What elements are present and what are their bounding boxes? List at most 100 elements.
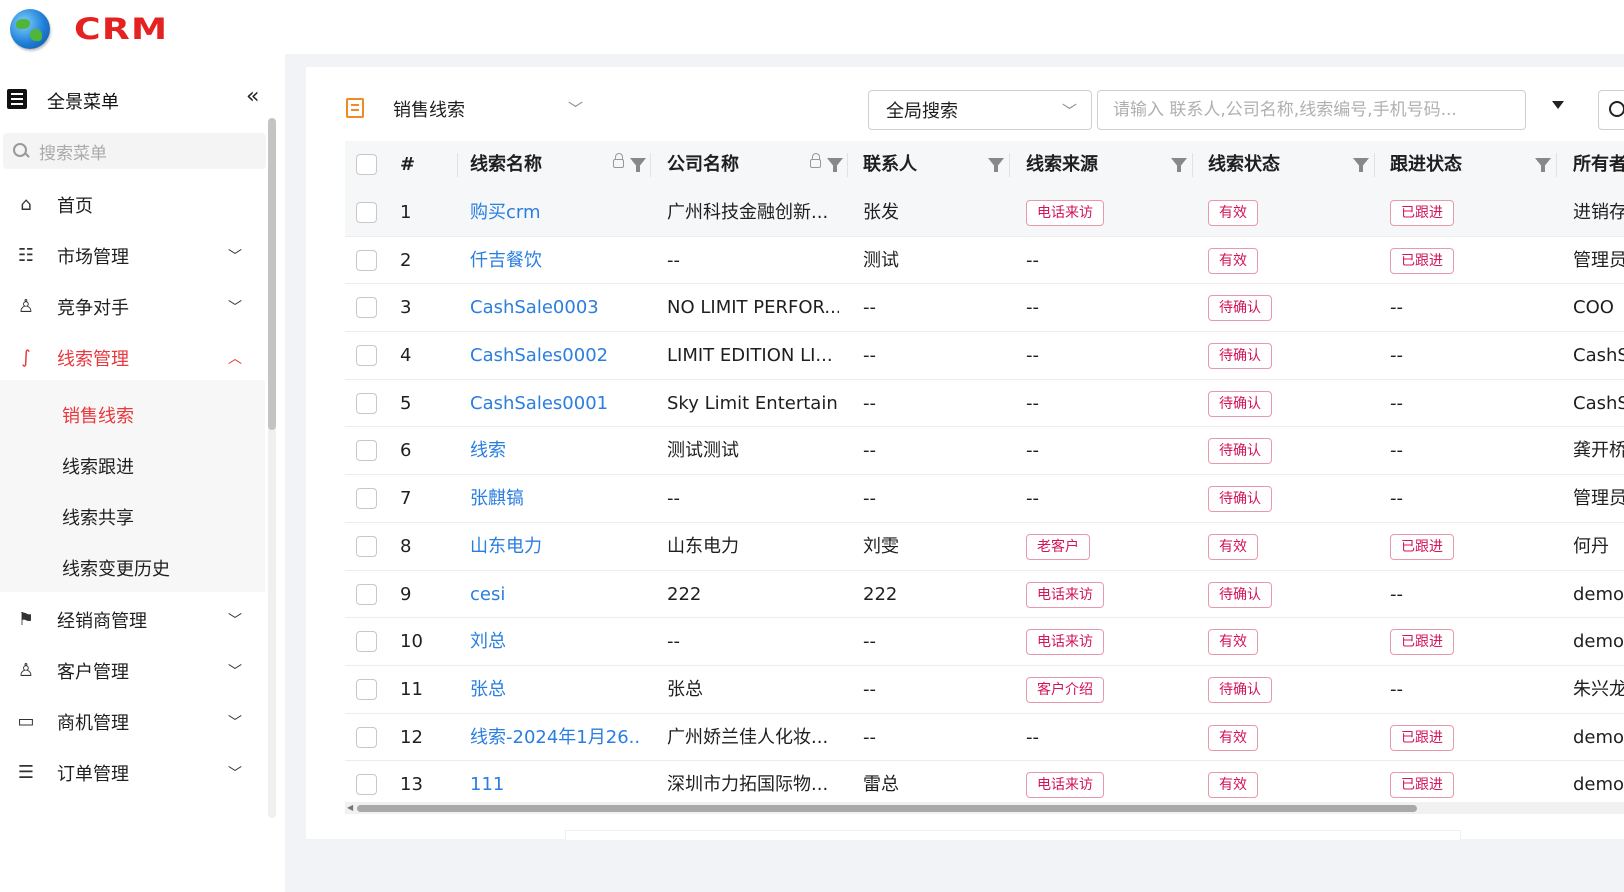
sidebar-scrollbar-thumb[interactable] bbox=[268, 118, 276, 430]
document-list-icon bbox=[346, 98, 364, 118]
advanced-filter-caret-icon[interactable] bbox=[1552, 101, 1564, 109]
sidebar-item-home[interactable]: ⌂ 首页 bbox=[0, 183, 265, 227]
table-row[interactable]: 10 刘总 -- -- 电话来访 有效 已跟进 demo bbox=[345, 618, 1624, 666]
table-row[interactable]: 8 山东电力 山东电力 刘雯 老客户 有效 已跟进 何丹 bbox=[345, 523, 1624, 571]
lead-name-link[interactable]: 张总 bbox=[470, 666, 642, 713]
lead-name-link[interactable]: CashSales0002 bbox=[470, 332, 642, 379]
menu-list-icon bbox=[7, 89, 27, 109]
lead-name-link[interactable]: 线索-2024年1月26... bbox=[470, 714, 642, 761]
contact-cell: -- bbox=[863, 678, 876, 700]
sidebar-item-market[interactable]: ☷ 市场管理 ﹀ bbox=[0, 234, 265, 278]
chevron-down-icon: ﹀ bbox=[228, 613, 242, 629]
row-checkbox[interactable] bbox=[356, 345, 377, 367]
table-row[interactable]: 1 购买crm 广州科技金融创新... 张发 电话来访 有效 已跟进 进销存 bbox=[345, 189, 1624, 237]
scroll-left-arrow-icon[interactable]: ◀ bbox=[347, 803, 353, 812]
row-checkbox[interactable] bbox=[356, 535, 377, 557]
lock-icon[interactable] bbox=[613, 153, 624, 168]
sidebar-item-dealers[interactable]: ⚑ 经销商管理 ﹀ bbox=[0, 598, 265, 642]
table-scrollbar-thumb[interactable] bbox=[357, 805, 1417, 812]
table-row[interactable]: 3 CashSale0003 NO LIMIT PERFOR... -- -- 待确认 --… bbox=[345, 284, 1624, 333]
lead-name-link[interactable]: 购买crm bbox=[470, 189, 642, 236]
company-cell: 222 bbox=[667, 583, 702, 605]
row-checkbox[interactable] bbox=[356, 488, 377, 510]
filter-icon[interactable] bbox=[1535, 158, 1551, 172]
sidebar-item-orders[interactable]: ☰ 订单管理 ﹀ bbox=[0, 751, 265, 795]
sidebar-subitem-sales-leads[interactable]: 销售线索 bbox=[62, 402, 134, 428]
sidebar-item-label: 竞争对手 bbox=[57, 298, 129, 319]
filter-icon[interactable] bbox=[988, 158, 1004, 172]
row-checkbox[interactable] bbox=[356, 249, 377, 271]
row-checkbox[interactable] bbox=[356, 583, 377, 605]
contact-cell: -- bbox=[863, 297, 876, 319]
table-row[interactable]: 9 cesi 222 222 电话来访 待确认 -- demo bbox=[345, 571, 1624, 619]
follow-status-badge: 已跟进 bbox=[1390, 724, 1454, 751]
column-header-lead-name[interactable]: 线索名称 bbox=[470, 141, 542, 189]
chevron-down-icon[interactable]: ﹀ bbox=[568, 98, 583, 119]
column-header-contact[interactable]: 联系人 bbox=[863, 141, 917, 189]
menu-title: 全景菜单 bbox=[47, 92, 119, 113]
chevron-down-icon: ﹀ bbox=[228, 300, 242, 316]
lead-name-link[interactable]: CashSale0003 bbox=[470, 284, 642, 331]
sidebar-subitem-lead-history[interactable]: 线索变更历史 bbox=[62, 555, 170, 581]
owner-cell: 朱兴龙 bbox=[1573, 678, 1624, 700]
select-all-checkbox[interactable] bbox=[356, 154, 377, 175]
follow-status-badge: -- bbox=[1390, 392, 1403, 414]
row-checkbox[interactable] bbox=[356, 631, 377, 653]
row-checkbox[interactable] bbox=[356, 297, 377, 319]
table-row[interactable]: 6 线索 测试测试 -- -- 待确认 -- 龚开桥 bbox=[345, 427, 1624, 476]
sidebar-item-opportunities[interactable]: ▭ 商机管理 ﹀ bbox=[0, 700, 265, 744]
menu-search-input[interactable]: 搜索菜单 bbox=[3, 133, 266, 169]
sidebar-subitem-lead-sharing[interactable]: 线索共享 bbox=[62, 504, 134, 530]
column-header-status[interactable]: 线索状态 bbox=[1208, 141, 1280, 189]
collapse-sidebar-icon[interactable]: « bbox=[246, 84, 259, 109]
status-badge: 待确认 bbox=[1208, 676, 1272, 703]
lead-name-link[interactable]: cesi bbox=[470, 571, 642, 618]
row-checkbox[interactable] bbox=[356, 202, 377, 223]
filter-icon[interactable] bbox=[827, 158, 843, 172]
sidebar-subitem-lead-followup[interactable]: 线索跟进 bbox=[62, 453, 134, 479]
source-tag: 老客户 bbox=[1026, 533, 1090, 560]
row-checkbox[interactable] bbox=[356, 440, 377, 462]
row-checkbox[interactable] bbox=[356, 774, 377, 796]
lead-name-link[interactable]: 山东电力 bbox=[470, 523, 642, 570]
row-checkbox[interactable] bbox=[356, 726, 377, 748]
row-checkbox[interactable] bbox=[356, 678, 377, 700]
follow-status-badge: 已跟进 bbox=[1390, 200, 1454, 226]
company-cell: NO LIMIT PERFOR... bbox=[667, 297, 839, 319]
table-row[interactable]: 2 仟吉餐饮 -- 测试 -- 有效 已跟进 管理员 bbox=[345, 237, 1624, 285]
row-index: 10 bbox=[400, 631, 423, 653]
table-row[interactable]: 5 CashSales0001 Sky Limit Entertain... -- --… bbox=[345, 380, 1624, 428]
search-scope-select[interactable]: 全局搜索 ﹀ bbox=[868, 90, 1092, 130]
owner-cell: 管理员 bbox=[1573, 488, 1624, 510]
company-cell: 广州娇兰佳人化妆... bbox=[667, 726, 829, 748]
column-header-company[interactable]: 公司名称 bbox=[667, 141, 739, 189]
lead-name-link[interactable]: 刘总 bbox=[470, 618, 642, 665]
lead-name-link[interactable]: 张麒镐 bbox=[470, 475, 642, 522]
column-header-follow-status[interactable]: 跟进状态 bbox=[1390, 141, 1462, 189]
lead-name-link[interactable]: 仟吉餐饮 bbox=[470, 237, 642, 284]
table-row[interactable]: 4 CashSales0002 LIMIT EDITION LI... -- -- 待确认… bbox=[345, 332, 1624, 380]
source-tag: -- bbox=[1026, 297, 1039, 319]
search-button[interactable] bbox=[1598, 90, 1624, 130]
lead-name-link[interactable]: 线索 bbox=[470, 427, 642, 474]
filter-icon[interactable] bbox=[1171, 158, 1187, 172]
row-index: 12 bbox=[400, 726, 423, 748]
lock-icon[interactable] bbox=[810, 153, 821, 168]
sidebar-item-customers[interactable]: ♙ 客户管理 ﹀ bbox=[0, 649, 265, 693]
search-input[interactable] bbox=[1097, 90, 1526, 130]
chevron-down-icon: ﹀ bbox=[228, 249, 242, 265]
filter-icon[interactable] bbox=[1353, 158, 1369, 172]
view-select[interactable]: 销售线索 bbox=[393, 96, 465, 122]
follow-status-badge: 已跟进 bbox=[1390, 533, 1454, 560]
owner-cell: demo bbox=[1573, 631, 1624, 653]
filter-icon[interactable] bbox=[630, 158, 646, 172]
lead-name-link[interactable]: CashSales0001 bbox=[470, 380, 642, 427]
table-row[interactable]: 11 张总 张总 -- 客户介绍 待确认 -- 朱兴龙 bbox=[345, 666, 1624, 714]
table-row[interactable]: 7 张麒镐 -- -- -- 待确认 -- 管理员 bbox=[345, 475, 1624, 523]
sidebar-item-competitors[interactable]: ♙ 竞争对手 ﹀ bbox=[0, 285, 265, 329]
table-row[interactable]: 12 线索-2024年1月26... 广州娇兰佳人化妆... -- -- 有效 已跟进 dem… bbox=[345, 714, 1624, 762]
column-header-source[interactable]: 线索来源 bbox=[1026, 141, 1098, 189]
sidebar-item-leads[interactable]: ∫ 线索管理 ︿ bbox=[0, 336, 265, 380]
row-checkbox[interactable] bbox=[356, 392, 377, 414]
column-header-owner[interactable]: 所有者 bbox=[1573, 141, 1624, 189]
